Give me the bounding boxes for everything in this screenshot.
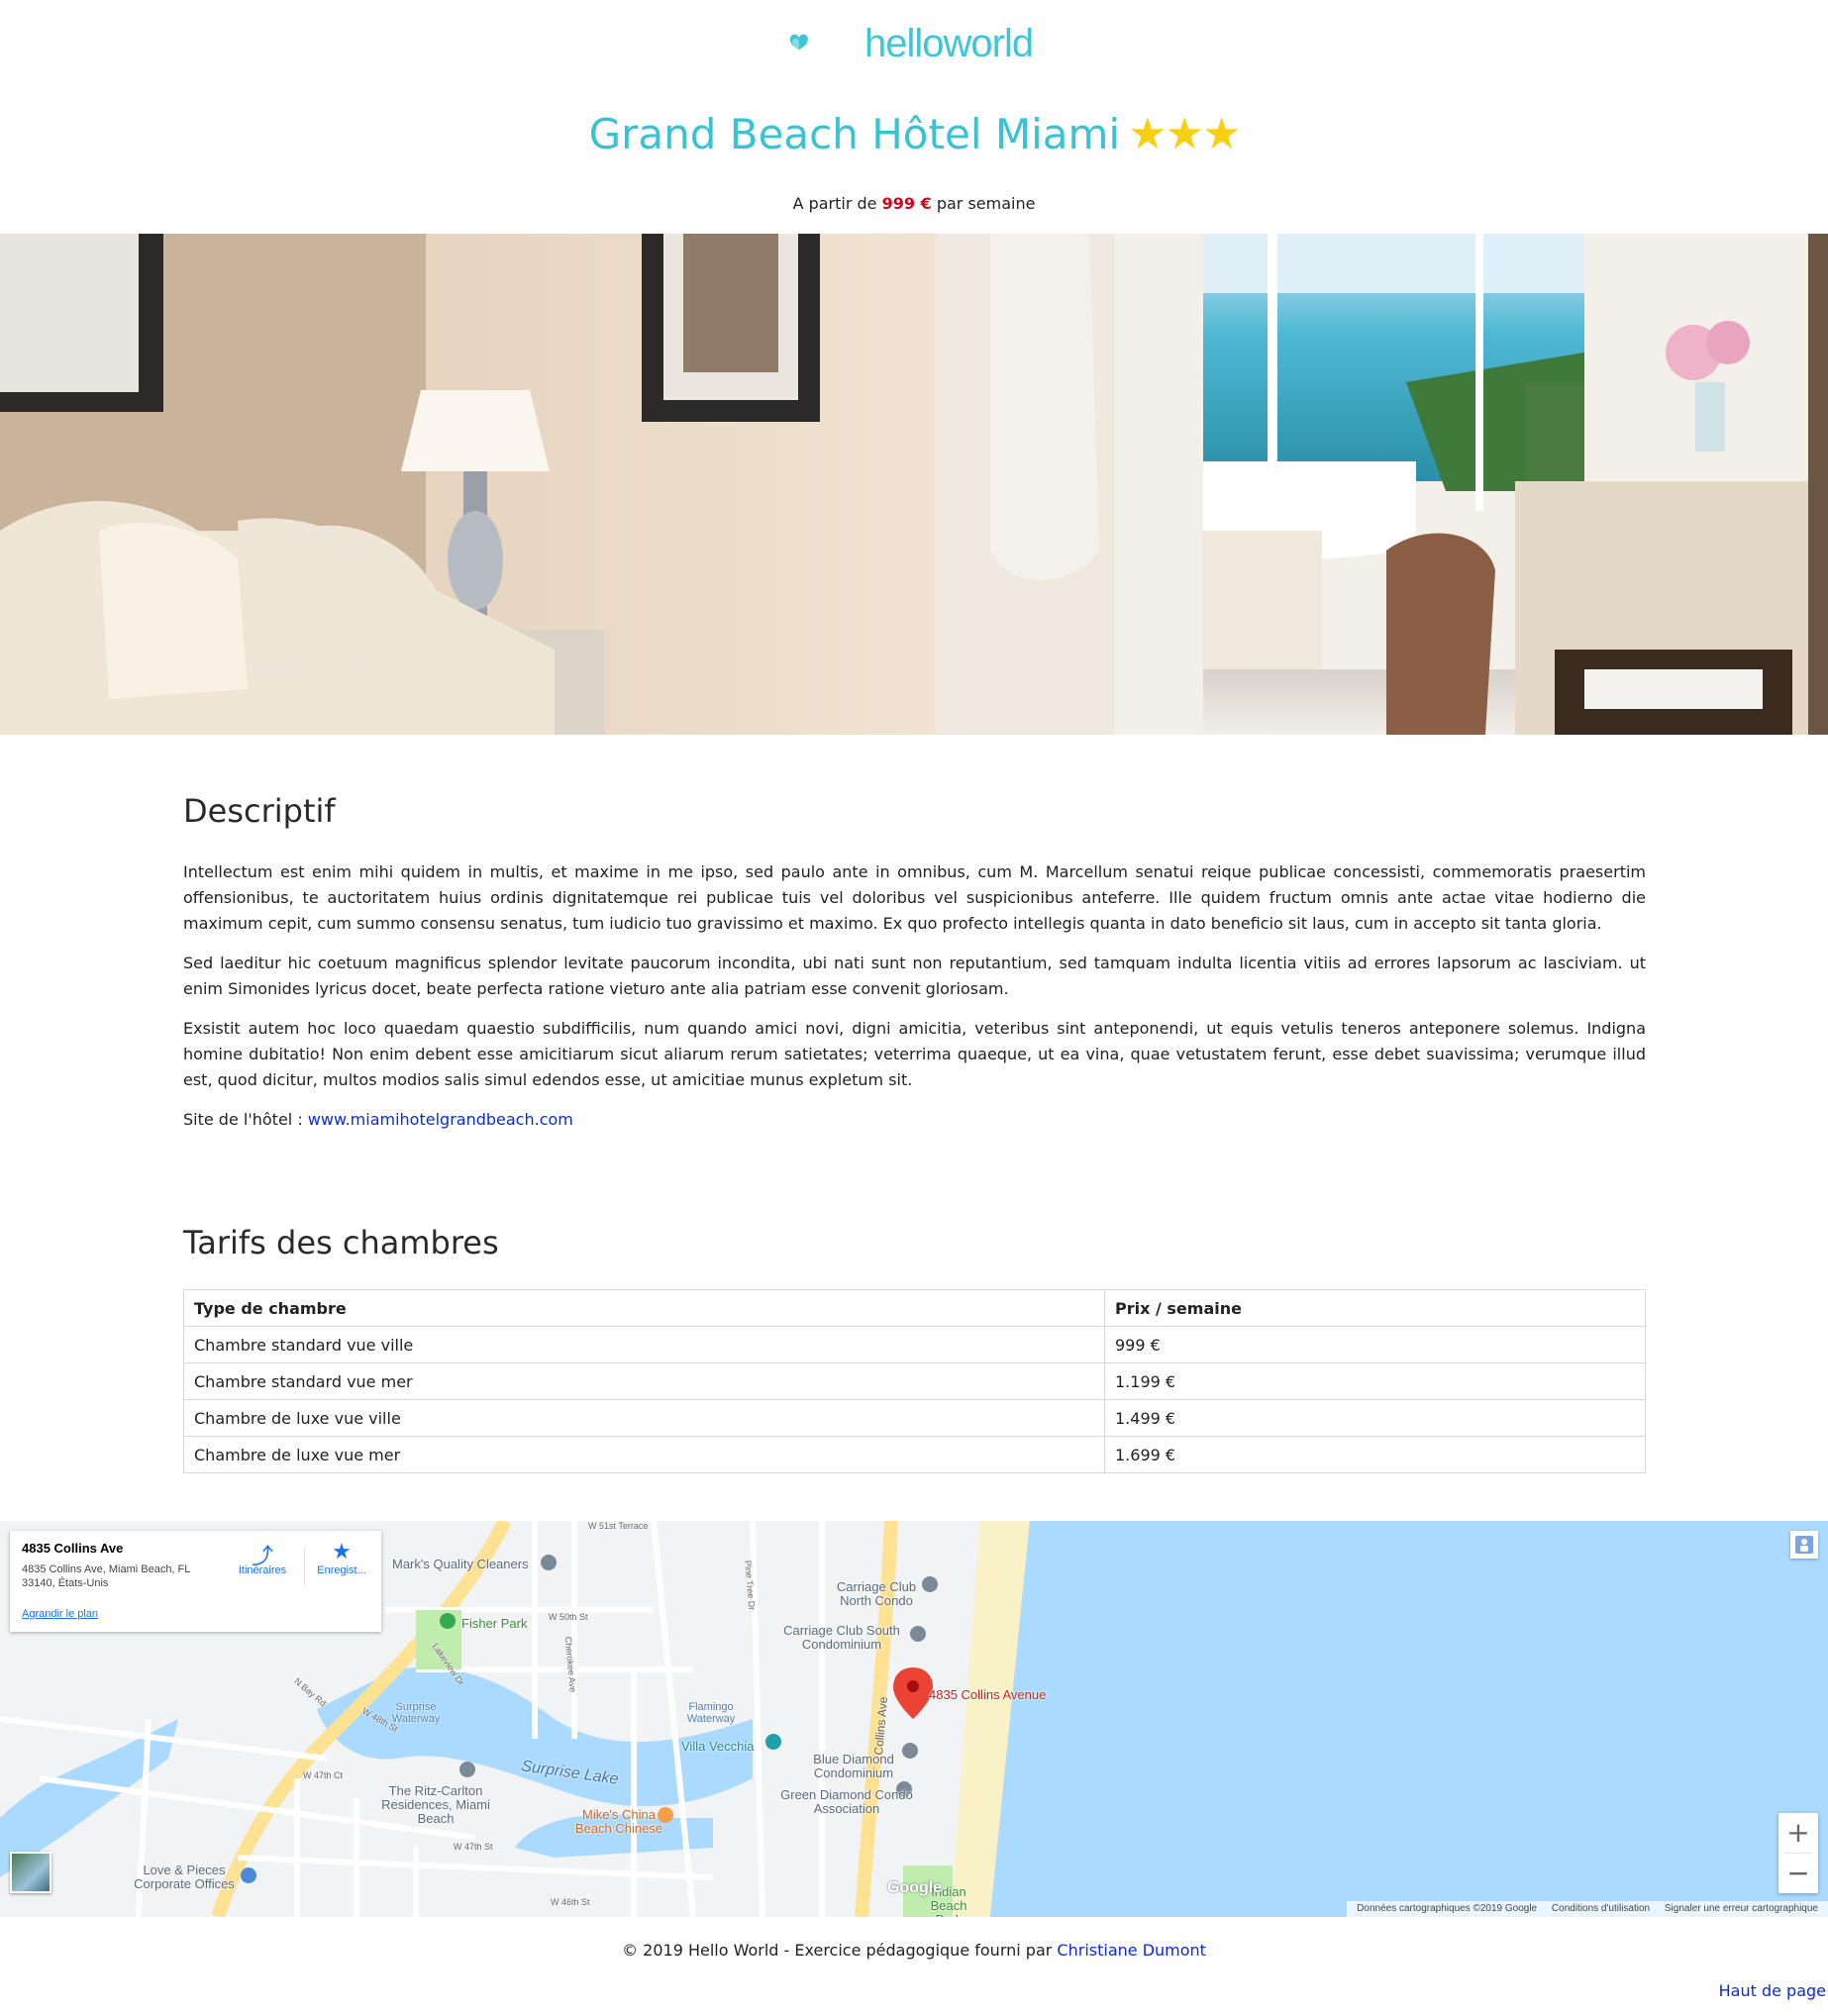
rates-table: Type de chambre Prix / semaine Chambre s… [183,1289,1646,1473]
map-label: Villa Vecchia [681,1739,755,1754]
room-price-cell: 1.699 € [1104,1436,1646,1473]
save-button[interactable]: ★ Enregist... [307,1539,376,1576]
zoom-control: + − [1778,1813,1818,1893]
column-header-price: Prix / semaine [1104,1289,1646,1327]
footer: © 2019 Hello World - Exercice pédagogiqu… [0,1941,1828,1960]
room-price-cell: 1.199 € [1104,1362,1646,1400]
column-header-room-type: Type de chambre [183,1289,1105,1327]
description-paragraph: Exsistit autem hoc loco quaedam quaestio… [183,1019,1646,1089]
table-header-row: Type de chambre Prix / semaine [183,1289,1646,1327]
satellite-toggle[interactable] [10,1852,51,1893]
room-type-cell: Chambre de luxe vue mer [183,1436,1105,1473]
back-to-top-link[interactable]: Haut de page [1719,1981,1826,2000]
map-label: The Ritz-Carlton Residences, Miami Beach [381,1783,490,1826]
room-type-cell: Chambre de luxe vue ville [183,1399,1105,1437]
logo-text: helloworld [864,22,1034,65]
description-paragraph: Sed laeditur hic coetuum magnificus sple… [183,954,1646,998]
directions-icon: ⤴ [251,1544,273,1568]
map-card-title: 4835 Collins Ave [22,1541,124,1556]
terms-link[interactable]: Conditions d'utilisation [1552,1903,1650,1914]
map-label: Carriage Club South Condominium [783,1623,900,1652]
map-label: Love & Pieces Corporate Offices [134,1863,235,1891]
zoom-out-button[interactable]: − [1778,1854,1818,1893]
logo [789,34,808,50]
directions-button[interactable]: ⤴ Itinéraires [228,1539,297,1576]
footer-text: © 2019 Hello World - Exercice pédagogiqu… [622,1941,1053,1960]
card-divider [304,1547,305,1586]
star-rating-icon: ★★★ [1128,109,1241,159]
map-label: Carriage Club North Condo [836,1579,917,1608]
price-suffix: par semaine [936,194,1036,213]
map-label: Flamingo Waterway [686,1701,736,1725]
description-title: Descriptif [183,792,336,830]
zoom-in-button[interactable]: + [1778,1813,1818,1853]
map-data-attribution: Données cartographiques ©2019 Google [1357,1903,1538,1914]
price-line: A partir de 999 € par semaine [0,194,1828,213]
rates-title: Tarifs des chambres [183,1224,499,1261]
map-info-card: 4835 Collins Ave 4835 Collins Ave, Miami… [10,1531,381,1632]
map-street-label: W 50th St [549,1612,588,1622]
hotel-name: Grand Beach Hôtel Miami [588,110,1121,158]
map-attribution: Données cartographiques ©2019 Google Con… [1347,1901,1828,1917]
hotel-room-image [0,234,1828,735]
price-value: 999 € [881,194,932,213]
report-error-link[interactable]: Signaler une erreur cartographique [1665,1903,1818,1914]
description-section: Descriptif Intellectum est enim mihi qui… [183,792,1646,1133]
save-label: Enregist... [317,1564,366,1576]
map-street-label: W 51st Terrace [588,1521,649,1531]
table-row: Chambre standard vue ville 999 € [183,1326,1646,1363]
google-logo: Google [887,1879,943,1896]
map-label: Surprise Waterway [391,1701,441,1725]
description-paragraph: Intellectum est enim mihi quidem in mult… [183,862,1646,933]
hotel-title: Grand Beach Hôtel Miami ★★★ [0,109,1828,159]
table-row: Chambre standard vue mer 1.199 € [183,1362,1646,1400]
room-type-cell: Chambre standard vue ville [183,1326,1105,1363]
price-prefix: A partir de [792,194,877,213]
hotel-site-link[interactable]: www.miamihotelgrandbeach.com [308,1110,573,1129]
google-map[interactable]: Mark's Quality Cleaners Fisher Park Carr… [0,1521,1828,1917]
directions-label: Itinéraires [238,1564,287,1576]
table-row: Chambre de luxe vue ville 1.499 € [183,1399,1646,1437]
room-type-cell: Chambre standard vue mer [183,1362,1105,1400]
map-label: Mike's China Beach Chinese [574,1807,663,1836]
map-label: Blue Diamond Condominium [813,1752,894,1780]
map-label: Fisher Park [461,1616,528,1631]
star-icon: ★ [332,1539,352,1563]
room-price-cell: 1.499 € [1104,1399,1646,1437]
map-label: Green Diamond Condo Association [780,1787,913,1816]
hotel-site-line: Site de l'hôtel : www.miamihotelgrandbea… [183,1107,1646,1133]
street-view-pegman-icon[interactable] [1790,1531,1818,1559]
map-marker-label: 4835 Collins Avenue [929,1687,1047,1702]
room-price-cell: 999 € [1104,1326,1646,1363]
map-street-label: W 46th St [551,1897,590,1907]
map-card-address: 4835 Collins Ave, Miami Beach, FL 33140,… [22,1563,190,1589]
enlarge-map-link[interactable]: Agrandir le plan [22,1608,98,1620]
map-street-label: W 47th St [454,1842,493,1852]
hotel-room-illustration [0,234,1828,735]
table-row: Chambre de luxe vue mer 1.699 € [183,1436,1646,1473]
map-street-label: W 47th Ct [303,1770,344,1780]
hotel-site-label: Site de l'hôtel : [183,1110,303,1129]
author-link[interactable]: Christiane Dumont [1057,1941,1206,1960]
map-label: Mark's Quality Cleaners [392,1557,529,1571]
